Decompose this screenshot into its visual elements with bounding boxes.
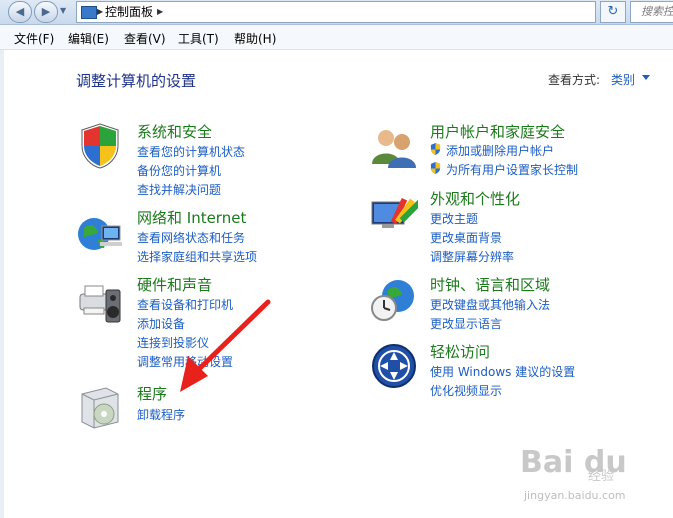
- watermark-text: 经验: [588, 469, 615, 484]
- baidu-jingyan-watermark: Bai du 经验 jingyan.baidu.com: [520, 445, 670, 515]
- watermark-url: jingyan.baidu.com: [524, 489, 626, 502]
- annotation-arrow-icon: [180, 299, 271, 392]
